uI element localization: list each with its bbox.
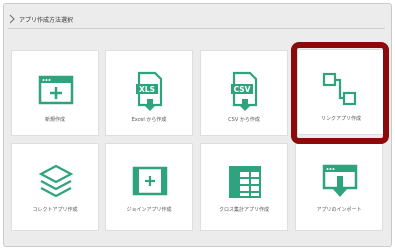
import-window-icon bbox=[322, 164, 358, 197]
section-header: アプリ作成方法選択 bbox=[8, 13, 73, 25]
tile-excel-import[interactable]: XLS Excel から作成 bbox=[105, 50, 193, 136]
tile-label: Excel から作成 bbox=[131, 117, 167, 123]
new-window-icon bbox=[38, 75, 74, 105]
section-title: アプリ作成方法選択 bbox=[19, 16, 74, 24]
tile-label: クロス集計アプリ作成 bbox=[218, 207, 269, 213]
tile-import-app[interactable]: アプリのインポート bbox=[295, 143, 383, 231]
csv-file-icon: CSV bbox=[231, 71, 258, 111]
tile-label: リンクアプリ作成 bbox=[320, 116, 361, 122]
chevron-right-icon bbox=[9, 14, 15, 24]
layers-icon bbox=[38, 164, 74, 198]
tile-csv-import[interactable]: CSV CSV から作成 bbox=[200, 50, 288, 136]
tile-crosstab-app[interactable]: クロス集計アプリ作成 bbox=[200, 143, 288, 231]
header-divider bbox=[8, 28, 385, 29]
tile-join-app[interactable]: ジョインアプリ作成 bbox=[105, 143, 193, 231]
tile-label: ジョインアプリ作成 bbox=[126, 207, 172, 213]
crosstab-table-icon bbox=[229, 166, 261, 198]
link-squares-icon bbox=[322, 72, 357, 106]
tile-link-app[interactable]: リンクアプリ作成 bbox=[297, 49, 385, 135]
tile-label: コレクトアプリ作成 bbox=[32, 207, 78, 213]
tile-label: アプリのインポート bbox=[316, 207, 362, 213]
xls-file-icon: XLS bbox=[136, 71, 163, 111]
join-window-icon bbox=[132, 166, 168, 196]
tile-collect-app[interactable]: コレクトアプリ作成 bbox=[11, 143, 99, 231]
tile-label: 新規作成 bbox=[44, 117, 65, 123]
xls-badge: XLS bbox=[139, 85, 155, 94]
tile-label: CSV から作成 bbox=[228, 117, 260, 123]
tile-new-app[interactable]: 新規作成 bbox=[11, 50, 99, 136]
csv-badge: CSV bbox=[234, 85, 251, 94]
